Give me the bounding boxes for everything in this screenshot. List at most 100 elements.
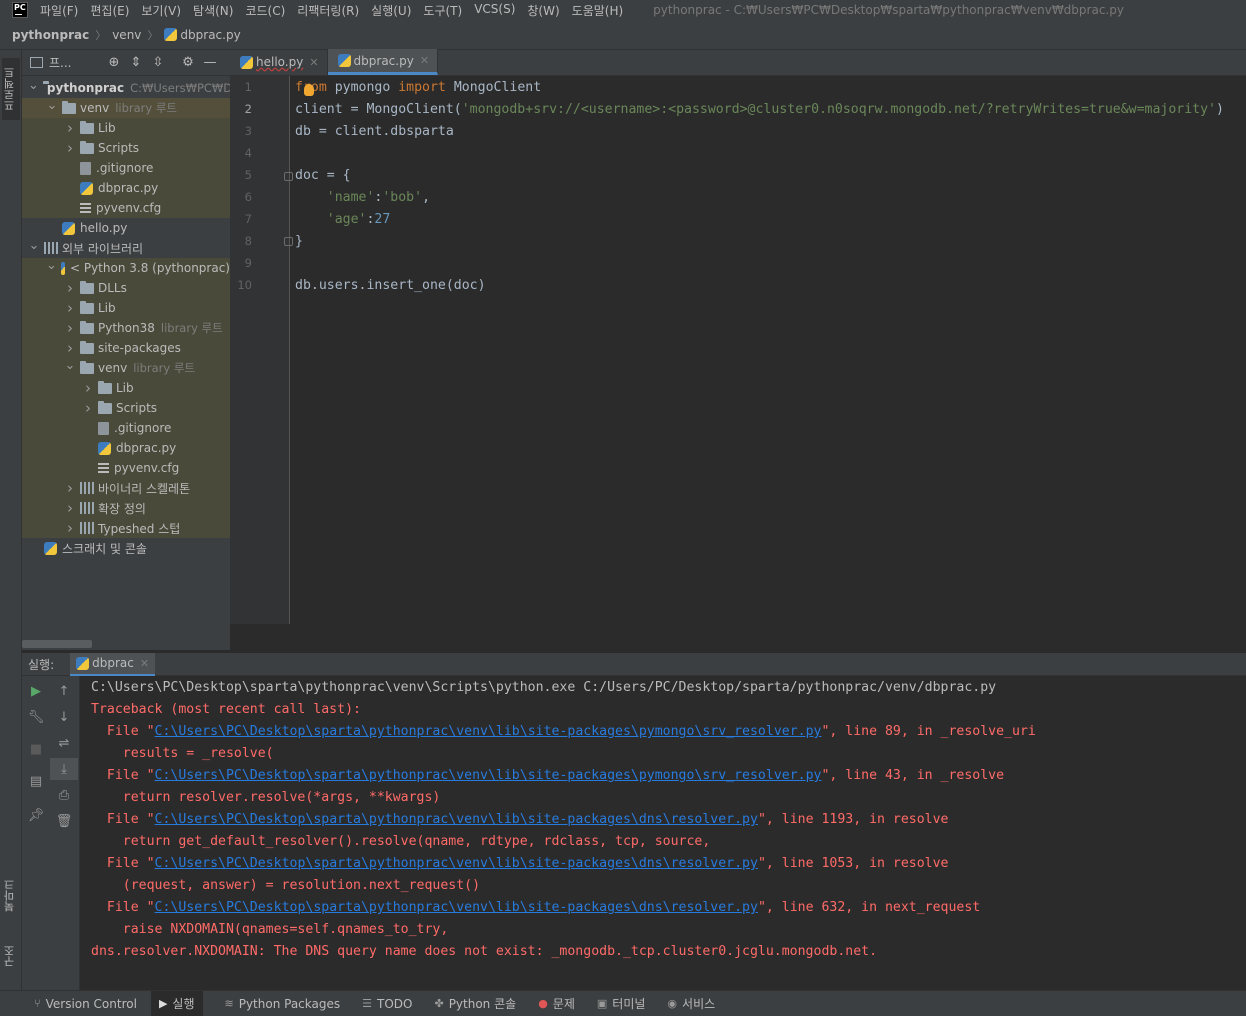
fold-marker-icon[interactable] (284, 172, 293, 181)
editor-tab[interactable]: hello.py ✕ (230, 49, 328, 75)
hide-icon[interactable]: — (199, 53, 221, 73)
menu-item[interactable]: 탐색(N) (193, 2, 233, 19)
lightbulb-icon[interactable] (304, 84, 314, 96)
chevron-right-icon[interactable]: › (82, 399, 94, 417)
layout-icon[interactable]: ▤ (22, 770, 50, 792)
traceback-file-link[interactable]: C:\Users\PC\Desktop\sparta\pythonprac\ve… (155, 812, 758, 827)
tree-item[interactable]: 스크래치 및 콘솔 (22, 538, 230, 558)
tree-item[interactable]: › Typeshed 스텁 (22, 518, 230, 538)
stop-icon[interactable]: ■ (22, 738, 50, 760)
tree-item[interactable]: ⌄ 외부 라이브러리 (22, 238, 230, 258)
down-arrow-icon[interactable]: ↓ (50, 706, 78, 728)
chevron-right-icon[interactable]: › (64, 319, 76, 337)
run-tab-dbprac[interactable]: dbprac ✕ (70, 652, 156, 676)
tool-window-button[interactable]: ◉ 서비스 (667, 995, 715, 1012)
close-icon[interactable]: ✕ (309, 56, 318, 69)
tree-item[interactable]: pyvenv.cfg (22, 458, 230, 478)
code-line[interactable]: client = MongoClient('mongodb+srv://<use… (295, 99, 1224, 121)
chevron-right-icon[interactable]: › (82, 379, 94, 397)
tool-window-button[interactable]: ● 문제 (538, 995, 575, 1012)
tree-item[interactable]: dbprac.py (22, 438, 230, 458)
menu-item[interactable]: 편집(E) (90, 2, 129, 19)
tree-item[interactable]: dbprac.py (22, 178, 230, 198)
menu-item[interactable]: 리팩터링(R) (297, 2, 359, 19)
wrench-icon[interactable]: 🔧︎ (22, 706, 50, 728)
pin-icon[interactable]: 📌︎ (22, 804, 50, 826)
code-line[interactable]: from pymongo import MongoClient (295, 77, 541, 99)
fold-marker-icon[interactable] (284, 237, 293, 246)
tool-window-button[interactable]: ▶ 실행 (150, 991, 203, 1016)
chevron-right-icon[interactable]: › (64, 119, 76, 137)
breadcrumb-folder[interactable]: venv (112, 28, 141, 42)
menu-item[interactable]: 파일(F) (40, 2, 78, 19)
close-icon[interactable]: ✕ (140, 657, 149, 670)
menu-item[interactable]: 실행(U) (371, 2, 411, 19)
chevron-right-icon[interactable]: › (64, 339, 76, 357)
tool-tab-project[interactable]: 프로젝트 (2, 58, 20, 120)
tool-window-button[interactable]: ▣ 터미널 (597, 995, 646, 1012)
tool-window-button[interactable]: ✤ Python 콘솔 (434, 995, 516, 1012)
chevron-down-icon[interactable]: ⌄ (28, 238, 40, 253)
up-arrow-icon[interactable]: ↑ (50, 680, 78, 702)
menu-item[interactable]: 도움말(H) (572, 2, 624, 19)
traceback-file-link[interactable]: C:\Users\PC\Desktop\sparta\pythonprac\ve… (155, 724, 822, 739)
chevron-down-icon[interactable]: ⌄ (46, 98, 58, 113)
breadcrumb-file[interactable]: dbprac.py (180, 28, 240, 42)
code-line[interactable]: } (295, 231, 303, 253)
tool-tab-bookmarks[interactable]: 북마크 (2, 868, 20, 924)
tree-item[interactable]: › Lib (22, 298, 230, 318)
code-line[interactable]: 'name':'bob', (295, 187, 430, 209)
chevron-right-icon[interactable]: › (64, 279, 76, 297)
tree-item[interactable]: .gitignore (22, 418, 230, 438)
menu-item[interactable]: VCS(S) (474, 2, 515, 19)
code-line[interactable]: doc = { (295, 165, 351, 187)
menu-item[interactable]: 창(W) (527, 2, 559, 19)
tree-item[interactable]: ⌄ < Python 3.8 (pythonprac) (22, 258, 230, 278)
chevron-right-icon[interactable]: › (64, 479, 76, 497)
tree-item[interactable]: ⌄ venv library 루트 (22, 98, 230, 118)
chevron-down-icon[interactable]: ⌄ (64, 358, 76, 373)
gear-icon[interactable]: ⚙ (177, 53, 199, 73)
breadcrumb-project[interactable]: pythonprac (12, 28, 89, 42)
tool-tab-structure[interactable]: 구조 (2, 936, 20, 976)
chevron-right-icon[interactable]: › (64, 499, 76, 517)
console-output[interactable]: C:\Users\PC\Desktop\sparta\pythonprac\ve… (80, 676, 1246, 990)
tree-item[interactable]: › Scripts (22, 398, 230, 418)
scroll-to-end-icon[interactable]: ⤓ (50, 758, 78, 780)
tool-window-button[interactable]: ☰ TODO (362, 997, 412, 1011)
close-icon[interactable]: ✕ (420, 54, 429, 67)
tree-item[interactable]: › 확장 정의 (22, 498, 230, 518)
tool-window-button[interactable]: ⑂ Version Control (34, 997, 137, 1011)
code-editor[interactable]: from pymongo import MongoClientclient = … (295, 76, 1245, 624)
code-line[interactable]: db.users.insert_one(doc) (295, 275, 486, 297)
chevron-down-icon[interactable]: ⌄ (46, 258, 57, 273)
chevron-right-icon[interactable]: › (64, 519, 76, 537)
expand-all-icon[interactable]: ⇕ (125, 53, 147, 73)
rerun-icon[interactable]: ▶ (22, 680, 50, 702)
menu-item[interactable]: 보기(V) (141, 2, 181, 19)
traceback-file-link[interactable]: C:\Users\PC\Desktop\sparta\pythonprac\ve… (155, 768, 822, 783)
print-icon[interactable]: ⎙ (50, 784, 78, 806)
tree-item[interactable]: › DLLs (22, 278, 230, 298)
trash-icon[interactable]: 🗑︎ (50, 810, 78, 832)
tree-item[interactable]: › Lib (22, 378, 230, 398)
tree-item[interactable]: › site-packages (22, 338, 230, 358)
traceback-file-link[interactable]: C:\Users\PC\Desktop\sparta\pythonprac\ve… (155, 856, 758, 871)
chevron-right-icon[interactable]: › (64, 299, 76, 317)
tree-item[interactable]: › Scripts (22, 138, 230, 158)
code-line[interactable]: db = client.dbsparta (295, 121, 454, 143)
chevron-right-icon[interactable]: › (64, 139, 76, 157)
tree-item[interactable]: ⌄ venv library 루트 (22, 358, 230, 378)
menu-item[interactable]: 도구(T) (423, 2, 462, 19)
menu-item[interactable]: 코드(C) (245, 2, 285, 19)
code-line[interactable]: 'age':27 (295, 209, 391, 231)
tree-item[interactable]: › Lib (22, 118, 230, 138)
collapse-all-icon[interactable]: ⇳ (147, 53, 169, 73)
locate-icon[interactable]: ⊕ (103, 53, 125, 73)
tree-item[interactable]: pyvenv.cfg (22, 198, 230, 218)
tree-item[interactable]: .gitignore (22, 158, 230, 178)
tree-item[interactable]: ⌄ pythonprac C:₩Users₩PC₩De (22, 78, 230, 98)
project-view-selector[interactable]: 프... (49, 54, 103, 71)
editor-tab[interactable]: dbprac.py ✕ (327, 49, 439, 75)
traceback-file-link[interactable]: C:\Users\PC\Desktop\sparta\pythonprac\ve… (155, 900, 758, 915)
